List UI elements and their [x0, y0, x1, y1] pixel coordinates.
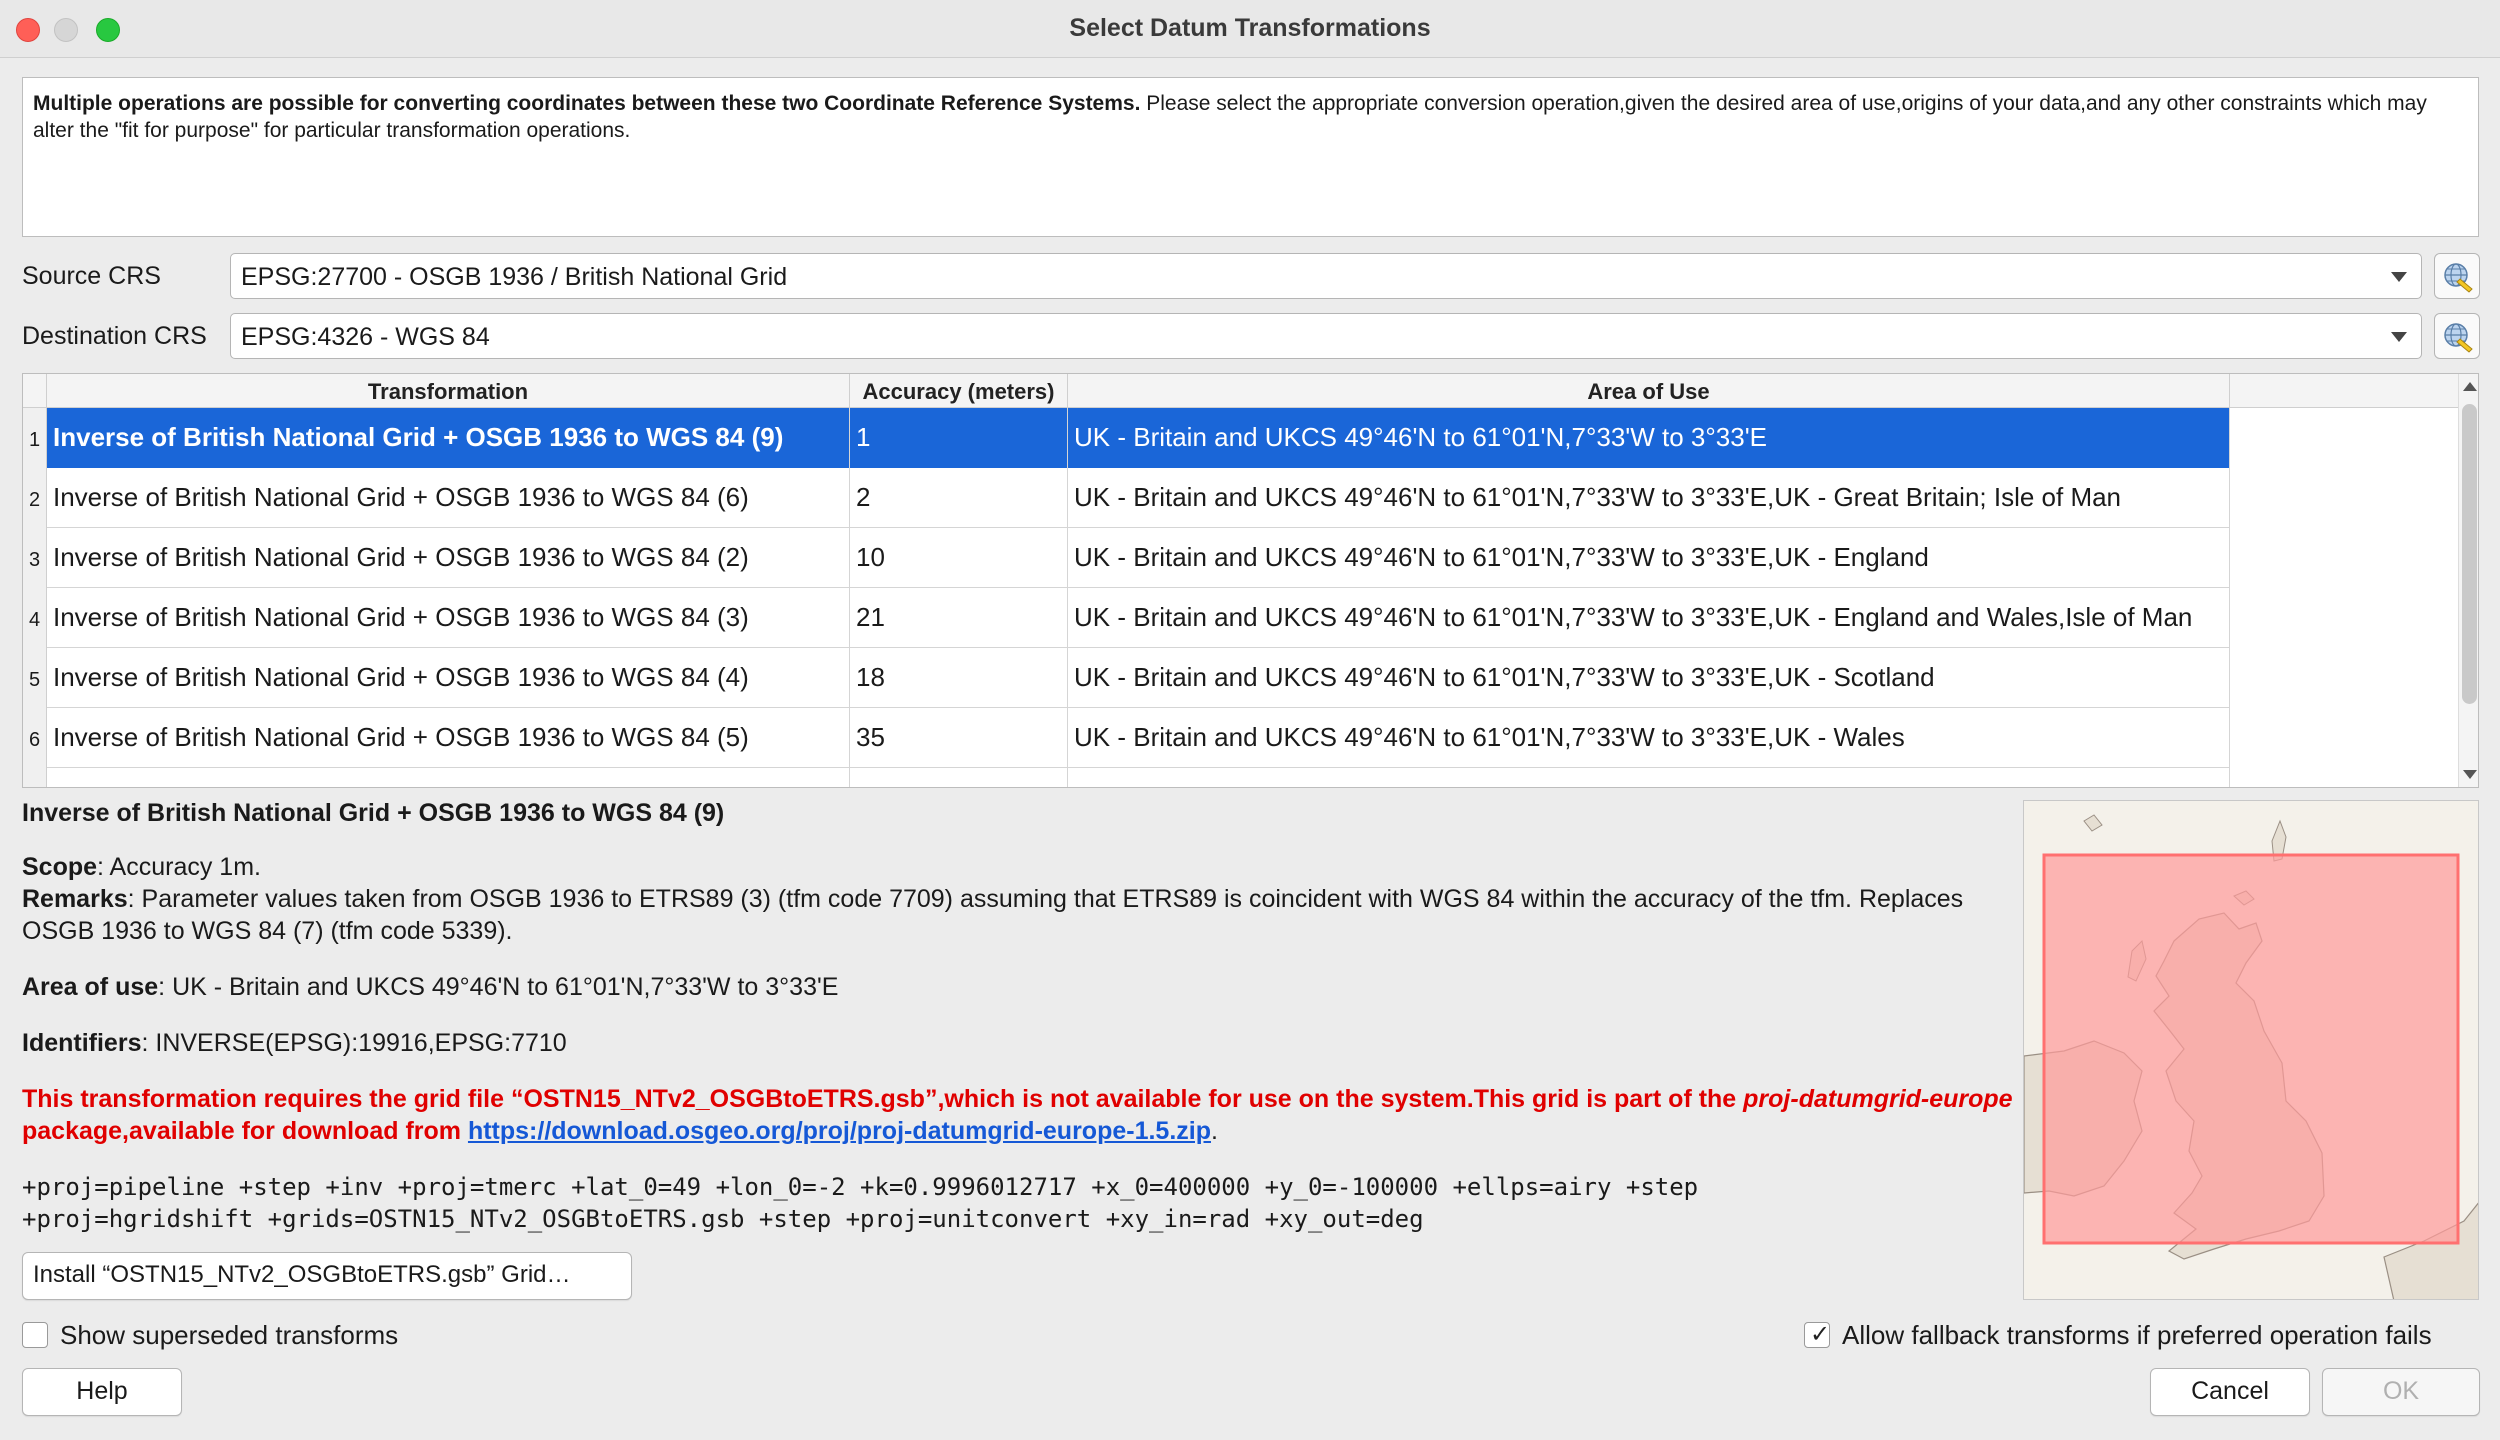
accuracy-cell: 18: [850, 648, 1068, 708]
accuracy-cell: [850, 768, 1068, 787]
transformation-details: Inverse of British National Grid + OSGB …: [22, 797, 2022, 1235]
area-cell: UK - Britain and UKCS 49°46'N to 61°01'N…: [1068, 588, 2230, 648]
destination-crs-label: Destination CRS: [22, 322, 207, 350]
source-crs-selector-button[interactable]: [2434, 253, 2480, 299]
row-number: 5: [23, 648, 47, 708]
column-header-accuracy[interactable]: Accuracy (meters): [850, 374, 1068, 408]
warning-end: .: [1210, 1117, 1218, 1145]
warning-text: This transformation requires the grid fi…: [22, 1085, 1744, 1113]
crs-selector-icon: [2444, 263, 2473, 293]
cancel-button[interactable]: Cancel: [2150, 1368, 2310, 1416]
allow-fallback-label: Allow fallback transforms if preferred o…: [1842, 1320, 2432, 1350]
destination-crs-value: EPSG:4326 - WGS 84: [241, 323, 490, 351]
show-superseded-label: Show superseded transforms: [60, 1320, 399, 1350]
area-value: : UK - Britain and UKCS 49°46'N to 61°01…: [158, 973, 839, 1001]
scope-remarks: Scope: Accuracy 1m. Remarks: Parameter v…: [22, 851, 2022, 947]
missing-grid-warning: This transformation requires the grid fi…: [22, 1083, 2022, 1147]
install-grid-button[interactable]: Install “OSTN15_NTv2_OSGBtoETRS.gsb” Gri…: [22, 1252, 632, 1300]
remarks-value: : Parameter values taken from OSGB 1936 …: [22, 885, 1964, 945]
source-crs-label: Source CRS: [22, 262, 161, 290]
row-number: 1: [23, 408, 47, 468]
crs-selector-icon: [2444, 323, 2473, 353]
grid-download-link[interactable]: https://download.osgeo.org/proj/proj-dat…: [468, 1117, 1211, 1145]
show-superseded-box[interactable]: [22, 1322, 48, 1348]
scope-value: : Accuracy 1m.: [97, 853, 261, 881]
area-of-use-map: [2023, 800, 2479, 1300]
accuracy-cell: 21: [850, 588, 1068, 648]
identifiers-value: : INVERSE(EPSG):19916,EPSG:7710: [141, 1029, 567, 1057]
window-title: Select Datum Transformations: [1069, 14, 1431, 42]
table-vertical-scrollbar[interactable]: [2458, 374, 2478, 787]
area-cell: UK - Britain and UKCS 49°46'N to 61°01'N…: [1068, 408, 2230, 468]
area-cell: [1068, 768, 2230, 787]
scroll-up-icon[interactable]: [2463, 382, 2477, 391]
transformation-cell: Inverse of British National Grid + OSGB …: [47, 708, 850, 768]
area-label: Area of use: [22, 973, 159, 1001]
help-button[interactable]: Help: [22, 1368, 182, 1416]
remarks-label: Remarks: [22, 885, 128, 913]
destination-crs-combo[interactable]: EPSG:4326 - WGS 84: [230, 313, 2422, 359]
details-heading: Inverse of British National Grid + OSGB …: [22, 799, 725, 827]
allow-fallback-box[interactable]: ✓: [1804, 1321, 1831, 1348]
area-cell: UK - Britain and UKCS 49°46'N to 61°01'N…: [1068, 708, 2230, 768]
accuracy-cell: 2: [850, 468, 1068, 528]
table-row[interactable]: 4 Inverse of British National Grid + OSG…: [23, 588, 2230, 648]
column-header-transformation[interactable]: Transformation: [47, 374, 850, 408]
transformations-table[interactable]: Transformation Accuracy (meters) Area of…: [22, 373, 2479, 788]
transformation-cell: Inverse of British National Grid + OSGB …: [47, 648, 850, 708]
row-number-header: [23, 374, 47, 408]
area-of-use-rectangle: [2042, 853, 2460, 1245]
transformation-cell: Inverse of British National Grid + OSGB …: [47, 528, 850, 588]
table-row[interactable]: 2 Inverse of British National Grid + OSG…: [23, 468, 2230, 528]
transformation-cell: Inverse of British National Grid + OSGB …: [47, 408, 850, 468]
row-number: 6: [23, 708, 47, 768]
proj-string-line-1: +proj=pipeline +step +inv +proj=tmerc +l…: [22, 1173, 1699, 1201]
accuracy-cell: 35: [850, 708, 1068, 768]
table-row-partial[interactable]: [23, 768, 2230, 787]
area-cell: UK - Britain and UKCS 49°46'N to 61°01'N…: [1068, 528, 2230, 588]
title-bar: Select Datum Transformations: [0, 0, 2500, 58]
scope-label: Scope: [22, 853, 98, 881]
warning-package-name: proj-datumgrid-europe: [1743, 1085, 2013, 1113]
transformation-cell: Inverse of British National Grid + OSGB …: [47, 588, 850, 648]
table-row[interactable]: 5 Inverse of British National Grid + OSG…: [23, 648, 2230, 708]
column-header-area-of-use[interactable]: Area of Use: [1068, 374, 2230, 408]
faroe-islands: [2083, 814, 2103, 832]
identifiers-line: Identifiers: INVERSE(EPSG):19916,EPSG:77…: [22, 1027, 2022, 1059]
scrollbar-thumb[interactable]: [2462, 404, 2477, 704]
transformation-cell: [47, 768, 850, 787]
info-message: Multiple operations are possible for con…: [22, 77, 2479, 237]
source-crs-value: EPSG:27700 - OSGB 1936 / British Nationa…: [241, 263, 788, 291]
identifiers-label: Identifiers: [22, 1029, 142, 1057]
row-number: [23, 768, 47, 787]
warning-text-2: package,available for download from: [22, 1117, 468, 1145]
checkmark-icon: ✓: [1810, 1321, 1831, 1348]
dropdown-arrow-icon: [2391, 332, 2407, 342]
table-row[interactable]: 1 Inverse of British National Grid + OSG…: [23, 408, 2230, 468]
proj-string: +proj=pipeline +step +inv +proj=tmerc +l…: [22, 1171, 2022, 1235]
accuracy-cell: 1: [850, 408, 1068, 468]
row-number: 2: [23, 468, 47, 528]
source-crs-combo[interactable]: EPSG:27700 - OSGB 1936 / British Nationa…: [230, 253, 2422, 299]
map-canvas: [2024, 814, 2478, 1299]
row-number: 3: [23, 528, 47, 588]
table-header: Transformation Accuracy (meters) Area of…: [23, 374, 2458, 408]
transformation-cell: Inverse of British National Grid + OSGB …: [47, 468, 850, 528]
area-of-use-line: Area of use: UK - Britain and UKCS 49°46…: [22, 971, 2022, 1003]
area-cell: UK - Britain and UKCS 49°46'N to 61°01'N…: [1068, 648, 2230, 708]
proj-string-line-2: +proj=hgridshift +grids=OSTN15_NTv2_OSGB…: [22, 1205, 1424, 1233]
table-row[interactable]: 3 Inverse of British National Grid + OSG…: [23, 528, 2230, 588]
table-row[interactable]: 6 Inverse of British National Grid + OSG…: [23, 708, 2230, 768]
info-message-bold: Multiple operations are possible for con…: [33, 92, 1141, 115]
scroll-down-icon[interactable]: [2463, 770, 2477, 779]
row-number: 4: [23, 588, 47, 648]
destination-crs-selector-button[interactable]: [2434, 313, 2480, 359]
ok-button[interactable]: OK: [2322, 1368, 2480, 1416]
area-cell: UK - Britain and UKCS 49°46'N to 61°01'N…: [1068, 468, 2230, 528]
accuracy-cell: 10: [850, 528, 1068, 588]
dropdown-arrow-icon: [2391, 272, 2407, 282]
